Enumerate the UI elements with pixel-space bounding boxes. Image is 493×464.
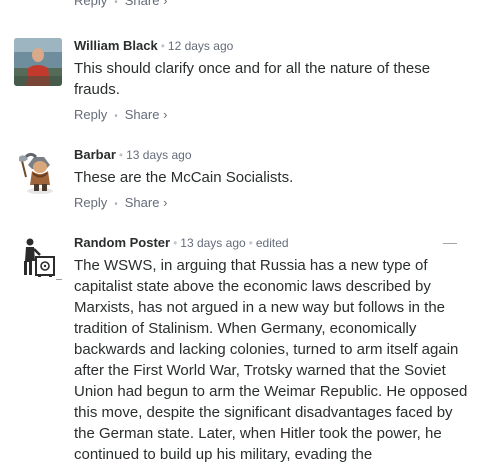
separator-bullet: • bbox=[173, 236, 178, 250]
author-name[interactable]: William Black bbox=[74, 38, 158, 53]
author-name[interactable]: Random Poster bbox=[74, 235, 170, 250]
separator-bullet: • bbox=[160, 39, 165, 53]
avatar[interactable] bbox=[14, 147, 62, 195]
comment-meta: Barbar • 13 days ago bbox=[74, 147, 466, 163]
separator-bullet: • bbox=[248, 236, 253, 250]
avatar[interactable] bbox=[14, 38, 62, 86]
reply-link[interactable]: Reply bbox=[74, 195, 107, 210]
comment-body: Random Poster • 13 days ago • edited The WSW… bbox=[74, 235, 468, 464]
timestamp[interactable]: 13 days ago bbox=[126, 148, 191, 162]
share-link[interactable]: Share › bbox=[125, 195, 168, 210]
separator-bullet: • bbox=[114, 111, 118, 122]
comment-body: William Black • 12 days ago This should cl… bbox=[74, 38, 466, 125]
edited-label: edited bbox=[255, 236, 289, 250]
collapse-button[interactable]: — bbox=[443, 235, 457, 249]
timestamp[interactable]: 12 days ago bbox=[168, 39, 233, 53]
comment-meta: Random Poster • 13 days ago • edited bbox=[74, 235, 468, 251]
comment-actions: Reply • Share › bbox=[74, 0, 466, 11]
author-name[interactable]: Barbar bbox=[74, 147, 116, 162]
share-link[interactable]: Share › bbox=[125, 107, 168, 122]
comment-text: These are the McCain Socialists. bbox=[74, 169, 294, 186]
person-with-safe-avatar-icon bbox=[14, 235, 62, 283]
comment-actions: Reply • Share › bbox=[74, 107, 466, 125]
reply-link[interactable]: Reply bbox=[74, 107, 107, 122]
comment-meta: William Black • 12 days ago bbox=[74, 38, 466, 54]
comment-text: This should clarify once and for all the… bbox=[74, 60, 431, 98]
comment-body: Barbar • 13 days ago These are the McCain … bbox=[74, 147, 466, 213]
barbarian-avatar-icon bbox=[14, 147, 62, 195]
comment-body: Reply • Share › bbox=[74, 0, 466, 11]
photo-avatar-icon bbox=[14, 38, 62, 86]
timestamp[interactable]: 13 days ago bbox=[180, 236, 245, 250]
reply-link[interactable]: Reply bbox=[74, 0, 107, 8]
comment-actions: Reply • Share › bbox=[74, 195, 466, 213]
separator-bullet: • bbox=[114, 199, 118, 210]
separator-bullet: • bbox=[114, 0, 118, 8]
comment-thread: Reply • Share › William Black • 12 days ago … bbox=[0, 0, 493, 464]
share-link[interactable]: Share › bbox=[125, 0, 168, 8]
separator-bullet: • bbox=[118, 148, 124, 162]
comment-text: The WSWS, in arguing that Russia has a n… bbox=[74, 257, 468, 463]
avatar[interactable] bbox=[14, 235, 62, 283]
